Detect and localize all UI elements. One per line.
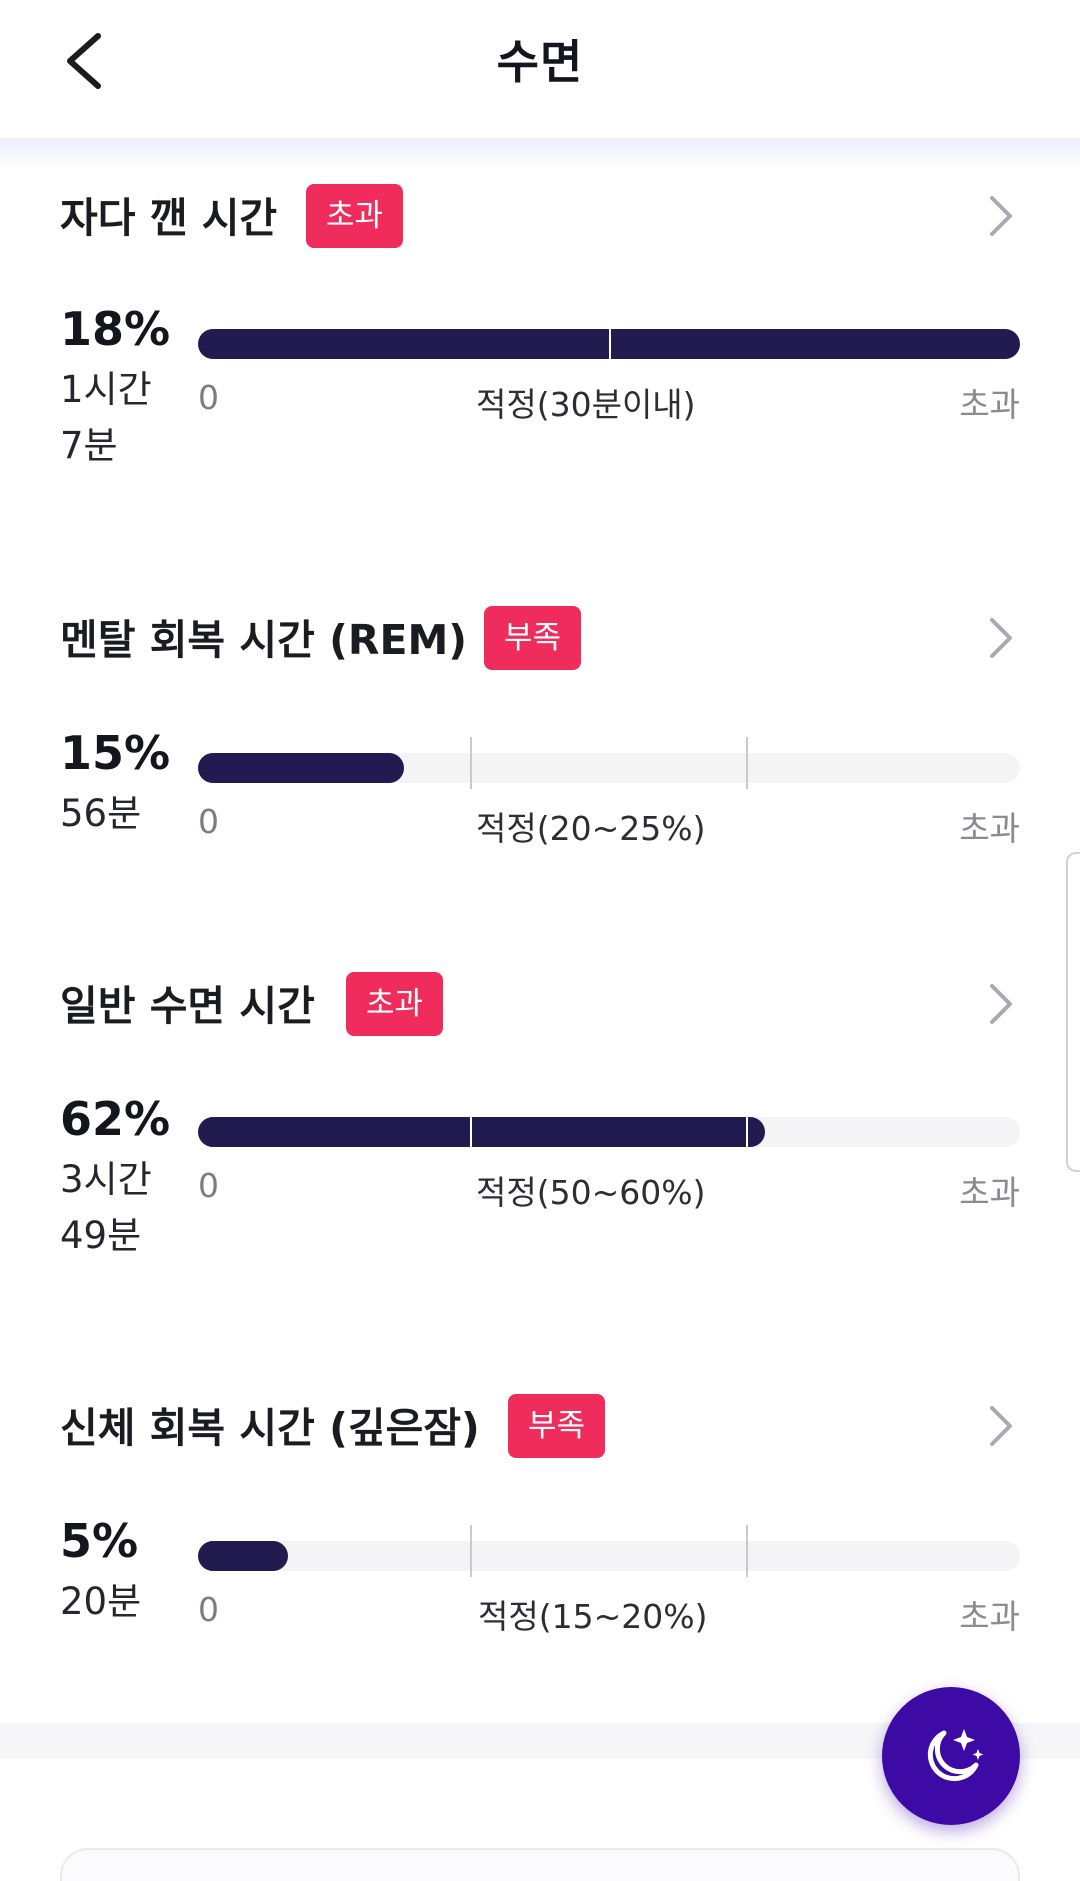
axis-over-label: 초과 bbox=[959, 809, 1020, 848]
range-tick-max bbox=[746, 1525, 748, 1577]
axis-zero-label: 0 bbox=[198, 378, 219, 417]
duration-value: 1시간 7분 bbox=[60, 362, 152, 474]
header-shadow bbox=[0, 138, 1080, 170]
status-badge: 초과 bbox=[346, 972, 444, 1036]
bottom-card bbox=[60, 1848, 1020, 1881]
section-title: 자다 깬 시간 bbox=[60, 194, 278, 242]
percent-value: 62% bbox=[60, 1092, 171, 1146]
status-badge: 초과 bbox=[306, 184, 404, 248]
duration-value: 56분 bbox=[60, 786, 141, 842]
moon-sparkle-icon bbox=[927, 1729, 984, 1782]
axis-over-label: 초과 bbox=[959, 385, 1020, 424]
progress-track bbox=[198, 1117, 1020, 1147]
section-title: 일반 수면 시간 bbox=[60, 982, 315, 1030]
edge-scroll-handle[interactable] bbox=[1066, 852, 1080, 1172]
chevron-right-icon[interactable] bbox=[980, 1402, 1020, 1450]
progress-fill bbox=[198, 1541, 289, 1571]
range-tick-max bbox=[746, 737, 748, 789]
duration-line-2: 49분 bbox=[60, 1214, 142, 1257]
duration-line-1: 20분 bbox=[60, 1580, 142, 1623]
axis-zero-label: 0 bbox=[198, 1590, 219, 1629]
axis-over-label: 초과 bbox=[959, 1597, 1020, 1636]
percent-value: 15% bbox=[60, 726, 171, 780]
axis-range-label: 적정(50~60%) bbox=[476, 1173, 706, 1212]
duration-line-1: 3시간 bbox=[60, 1158, 152, 1201]
status-badge: 부족 bbox=[484, 606, 582, 670]
sleep-mode-fab[interactable] bbox=[882, 1687, 1020, 1825]
section-title: 신체 회복 시간 (깊은잠) bbox=[60, 1404, 480, 1452]
axis-zero-label: 0 bbox=[198, 1166, 219, 1205]
range-tick bbox=[609, 329, 611, 359]
percent-value: 5% bbox=[60, 1514, 139, 1568]
status-badge: 부족 bbox=[508, 1394, 606, 1458]
progress-track bbox=[198, 329, 1020, 359]
axis-range-label: 적정(15~20%) bbox=[478, 1597, 708, 1636]
axis-range-label: 적정(20~25%) bbox=[476, 809, 706, 848]
section-title: 멘탈 회복 시간 (REM) bbox=[60, 616, 467, 664]
progress-fill bbox=[198, 753, 404, 783]
range-tick-min bbox=[470, 737, 472, 789]
progress-track bbox=[198, 737, 1020, 789]
progress-fill bbox=[198, 1117, 766, 1147]
duration-value: 3시간 49분 bbox=[60, 1152, 152, 1264]
app-header: 수면 bbox=[0, 0, 1080, 142]
chevron-right-icon[interactable] bbox=[980, 614, 1020, 662]
axis-over-label: 초과 bbox=[959, 1173, 1020, 1212]
progress-track bbox=[198, 1525, 1020, 1577]
duration-line-1: 56분 bbox=[60, 792, 142, 835]
percent-value: 18% bbox=[60, 302, 171, 356]
axis-zero-label: 0 bbox=[198, 802, 219, 841]
axis-range-label: 적정(30분이내) bbox=[476, 385, 696, 424]
chevron-right-icon[interactable] bbox=[980, 192, 1020, 240]
range-tick-min bbox=[470, 1525, 472, 1577]
duration-line-1: 1시간 bbox=[60, 368, 152, 411]
duration-value: 20분 bbox=[60, 1574, 141, 1630]
duration-line-2: 7분 bbox=[60, 424, 118, 467]
page-title: 수면 bbox=[496, 35, 584, 89]
chevron-right-icon[interactable] bbox=[980, 980, 1020, 1028]
range-tick-max bbox=[746, 1117, 748, 1147]
range-tick-min bbox=[470, 1117, 472, 1147]
